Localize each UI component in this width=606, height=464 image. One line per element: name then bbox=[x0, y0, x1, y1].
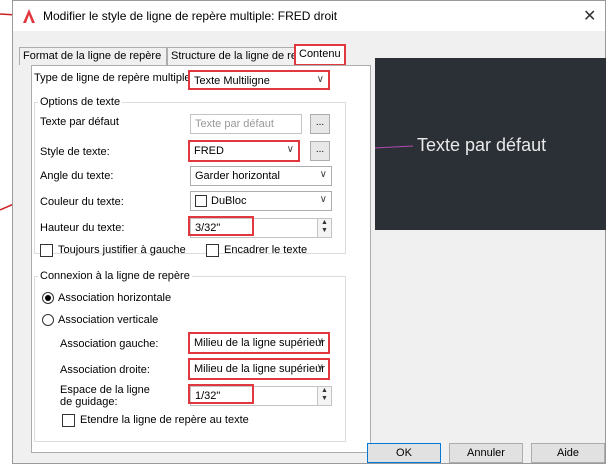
text-color-value: DuBloc bbox=[211, 195, 247, 207]
preview-text: Texte par défaut bbox=[417, 135, 547, 155]
extend-leader-label: Etendre la ligne de repère au texte bbox=[80, 414, 249, 426]
vertical-attachment-label: Association verticale bbox=[58, 314, 159, 326]
title-bar: Modifier le style de ligne de repère mul… bbox=[13, 1, 605, 31]
vertical-attachment-radio[interactable] bbox=[42, 314, 54, 326]
chevron-down-icon: ∨ bbox=[319, 169, 327, 180]
text-options-group-title: Options de texte bbox=[38, 96, 123, 108]
right-attachment-value: Milieu de la ligne supérieur bbox=[194, 363, 325, 375]
dialog-window: Modifier le style de ligne de repère mul… bbox=[12, 0, 606, 464]
text-color-select[interactable]: DuBloc ∨ bbox=[190, 191, 332, 211]
preview-pane: Texte par défaut bbox=[375, 58, 606, 230]
landing-gap-label-line1: Espace de la ligne bbox=[60, 384, 150, 396]
extend-leader-checkbox[interactable] bbox=[62, 414, 75, 427]
text-style-label: Style de texte: bbox=[40, 146, 110, 158]
multileader-type-select[interactable]: Texte Multiligne ∨ bbox=[188, 70, 330, 90]
default-text-browse-button[interactable]: ... bbox=[310, 114, 330, 134]
tab-leader-format[interactable]: Format de la ligne de repère bbox=[19, 47, 167, 65]
chevron-down-icon: ∨ bbox=[286, 144, 294, 155]
spinner-arrows-icon[interactable]: ▲ ▼ bbox=[317, 387, 331, 405]
text-angle-select[interactable]: Garder horizontal ∨ bbox=[190, 166, 332, 186]
highlight-tab-content bbox=[294, 44, 346, 66]
always-left-justify-label: Toujours justifier à gauche bbox=[58, 244, 186, 256]
horizontal-attachment-radio[interactable] bbox=[42, 292, 54, 304]
default-text-input[interactable]: Texte par défaut bbox=[190, 114, 302, 134]
autocad-a-icon bbox=[23, 9, 35, 23]
text-style-value: FRED bbox=[194, 145, 224, 157]
color-swatch bbox=[195, 195, 207, 207]
landing-gap-label-line2: de guidage: bbox=[60, 396, 118, 408]
text-style-browse-button[interactable]: ... bbox=[310, 141, 330, 161]
text-height-label: Hauteur du texte: bbox=[40, 222, 125, 234]
horizontal-attachment-label: Association horizontale bbox=[58, 292, 172, 304]
chevron-down-icon: ∨ bbox=[316, 336, 324, 347]
highlight-landing-gap bbox=[188, 384, 254, 404]
default-text-label: Texte par défaut bbox=[40, 116, 119, 128]
multileader-type-label: Type de ligne de repère multiple: bbox=[34, 72, 194, 84]
chevron-down-icon: ∨ bbox=[316, 362, 324, 373]
cancel-button[interactable]: Annuler bbox=[449, 443, 523, 463]
right-attachment-label: Association droite: bbox=[60, 364, 150, 376]
window-title: Modifier le style de ligne de repère mul… bbox=[43, 9, 338, 23]
right-attachment-select[interactable]: Milieu de la ligne supérieur ∨ bbox=[188, 358, 330, 380]
highlight-text-height bbox=[188, 216, 254, 236]
left-attachment-label: Association gauche: bbox=[60, 338, 159, 350]
chevron-down-icon: ∨ bbox=[316, 74, 324, 85]
left-attachment-value: Milieu de la ligne supérieur bbox=[194, 337, 325, 349]
frame-text-checkbox[interactable] bbox=[206, 244, 219, 257]
spinner-arrows-icon[interactable]: ▲ ▼ bbox=[317, 219, 331, 237]
help-button[interactable]: Aide bbox=[531, 443, 605, 463]
chevron-down-icon: ∨ bbox=[319, 194, 327, 205]
text-color-label: Couleur du texte: bbox=[40, 196, 124, 208]
ok-button[interactable]: OK bbox=[367, 443, 441, 463]
close-icon[interactable]: ✕ bbox=[583, 6, 596, 26]
text-angle-value: Garder horizontal bbox=[195, 170, 280, 182]
left-attachment-select[interactable]: Milieu de la ligne supérieur ∨ bbox=[188, 332, 330, 354]
text-angle-label: Angle du texte: bbox=[40, 170, 114, 182]
multileader-type-value: Texte Multiligne bbox=[194, 75, 270, 87]
leader-connection-group-title: Connexion à la ligne de repère bbox=[38, 270, 192, 282]
text-style-select[interactable]: FRED ∨ bbox=[188, 140, 300, 162]
always-left-justify-checkbox[interactable] bbox=[40, 244, 53, 257]
frame-text-label: Encadrer le texte bbox=[224, 244, 308, 256]
content-tab-page: Type de ligne de repère multiple: Texte … bbox=[31, 65, 371, 453]
tab-leader-structure[interactable]: Structure de la ligne de repère bbox=[167, 47, 295, 65]
